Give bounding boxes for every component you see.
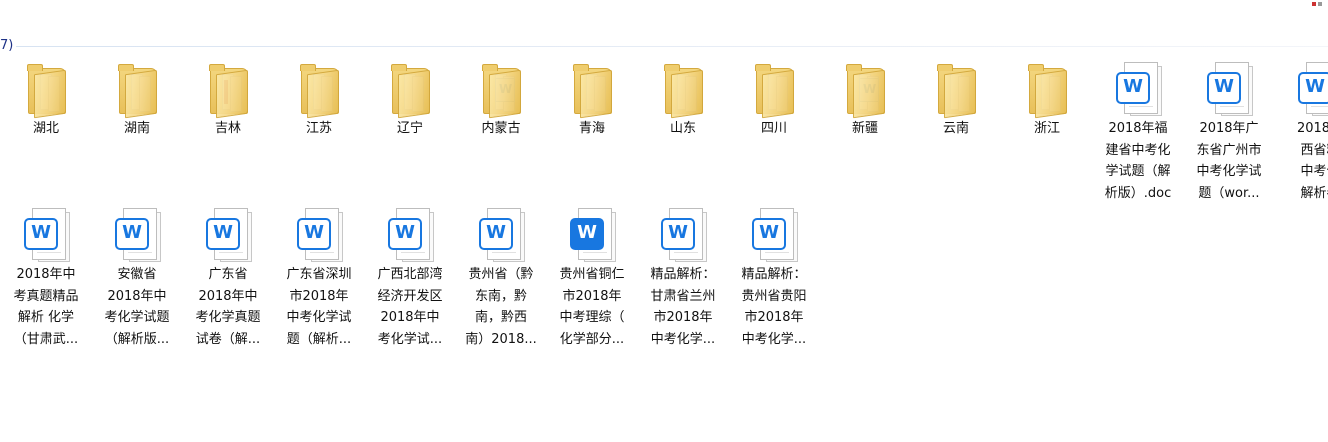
item-label: 四川 xyxy=(760,121,787,136)
item-label: 浙江 xyxy=(1033,121,1060,136)
item-label: 精品解析： 甘肃省兰州 市2018年 中考化学... xyxy=(650,267,716,347)
file-item[interactable]: W 广东省深圳 市2018年 中考化学试 题（解析... xyxy=(276,204,362,350)
file-item[interactable]: W 贵州省铜仁 市2018年 中考理综（ 化学部分... xyxy=(549,204,635,350)
folder-icon xyxy=(755,64,796,119)
file-item[interactable]: W 广西北部湾 经济开发区 2018年中 考化学试... xyxy=(367,204,453,350)
folder-icon xyxy=(937,64,978,119)
folder-item[interactable]: 青海 xyxy=(549,58,635,140)
item-label: 2018年 西省精 中考化 解析卷 xyxy=(1296,121,1328,201)
folder-item[interactable]: 江苏 xyxy=(276,58,362,140)
folder-item[interactable]: 吉林 xyxy=(185,58,271,140)
folder-item[interactable]: 云南 xyxy=(913,58,999,140)
word-document-icon: W xyxy=(115,208,161,262)
word-document-icon: W xyxy=(479,208,525,262)
item-label: 贵州省（黔 东南，黔 南，黔西 南）2018... xyxy=(465,267,537,347)
item-label: 2018年福 建省中考化 学试题（解 析版）.doc xyxy=(1104,121,1172,201)
close-icon[interactable] xyxy=(1312,2,1316,6)
folder-item[interactable]: 辽宁 xyxy=(367,58,453,140)
word-document-icon: W xyxy=(1298,62,1328,116)
folder-item[interactable]: 湖北 xyxy=(3,58,89,140)
item-label: 广西北部湾 经济开发区 2018年中 考化学试... xyxy=(377,267,443,347)
item-label: 精品解析： 贵州省贵阳 市2018年 中考化学... xyxy=(741,267,807,347)
window-controls[interactable] xyxy=(1312,0,1326,8)
item-label: 内蒙古 xyxy=(481,121,521,136)
item-label: 广东省深圳 市2018年 中考化学试 题（解析... xyxy=(286,267,352,347)
word-document-icon: W xyxy=(24,208,70,262)
file-item[interactable]: W 2018年福 建省中考化 学试题（解 析版）.doc xyxy=(1095,58,1181,204)
folder-item[interactable]: 四川 xyxy=(731,58,817,140)
folder-icon xyxy=(300,64,341,119)
word-document-icon: W xyxy=(570,208,616,262)
folder-icon xyxy=(118,64,159,119)
file-item[interactable]: W 精品解析： 贵州省贵阳 市2018年 中考化学... xyxy=(731,204,817,350)
word-document-icon: W xyxy=(297,208,343,262)
item-label: 安徽省 2018年中 考化学试题 （解析版... xyxy=(104,267,170,347)
word-document-icon: W xyxy=(388,208,434,262)
folder-icon xyxy=(1028,64,1069,119)
group-divider xyxy=(16,46,1328,47)
folder-icon xyxy=(573,64,614,119)
folder-item[interactable]: 山东 xyxy=(640,58,726,140)
file-item[interactable]: W 2018年中 考真题精品 解析 化学 （甘肃武... xyxy=(3,204,89,350)
item-label: 湖北 xyxy=(32,121,59,136)
folder-icon xyxy=(846,64,887,119)
group-count: 7) xyxy=(0,38,14,53)
item-label: 云南 xyxy=(942,121,969,136)
item-label: 辽宁 xyxy=(396,121,423,136)
file-item[interactable]: W 2018年广 东省广州市 中考化学试 题（wor... xyxy=(1186,58,1272,204)
folder-item[interactable]: 湖南 xyxy=(94,58,180,140)
folder-icon xyxy=(664,64,705,119)
folder-icon xyxy=(391,64,432,119)
file-item[interactable]: W 贵州省（黔 东南，黔 南，黔西 南）2018... xyxy=(458,204,544,350)
file-item[interactable]: W 广东省 2018年中 考化学真题 试卷（解... xyxy=(185,204,271,350)
item-label: 青海 xyxy=(578,121,605,136)
restore-icon[interactable] xyxy=(1318,2,1322,6)
item-label: 山东 xyxy=(669,121,696,136)
word-document-icon: W xyxy=(661,208,707,262)
file-item[interactable]: W 精品解析： 甘肃省兰州 市2018年 中考化学... xyxy=(640,204,726,350)
word-document-icon: W xyxy=(752,208,798,262)
group-header: 7) xyxy=(0,37,1328,57)
item-label: 新疆 xyxy=(851,121,878,136)
file-item[interactable]: W 2018年 西省精 中考化 解析卷 xyxy=(1277,58,1328,204)
folder-item[interactable]: 内蒙古 xyxy=(458,58,544,140)
item-label: 贵州省铜仁 市2018年 中考理综（ 化学部分... xyxy=(559,267,625,347)
folder-item[interactable]: 浙江 xyxy=(1004,58,1090,140)
word-document-icon: W xyxy=(206,208,252,262)
item-label: 湖南 xyxy=(123,121,150,136)
folder-icon xyxy=(482,64,523,119)
item-label: 广东省 2018年中 考化学真题 试卷（解... xyxy=(195,267,261,347)
item-label: 2018年广 东省广州市 中考化学试 题（wor... xyxy=(1196,121,1262,201)
folder-icon xyxy=(209,64,250,119)
word-document-icon: W xyxy=(1116,62,1162,116)
folder-icon xyxy=(27,64,68,119)
folder-item[interactable]: 新疆 xyxy=(822,58,908,140)
file-item[interactable]: W 安徽省 2018年中 考化学试题 （解析版... xyxy=(94,204,180,350)
item-label: 江苏 xyxy=(305,121,332,136)
item-label: 吉林 xyxy=(214,121,241,136)
word-document-icon: W xyxy=(1207,62,1253,116)
item-label: 2018年中 考真题精品 解析 化学 （甘肃武... xyxy=(13,267,79,347)
